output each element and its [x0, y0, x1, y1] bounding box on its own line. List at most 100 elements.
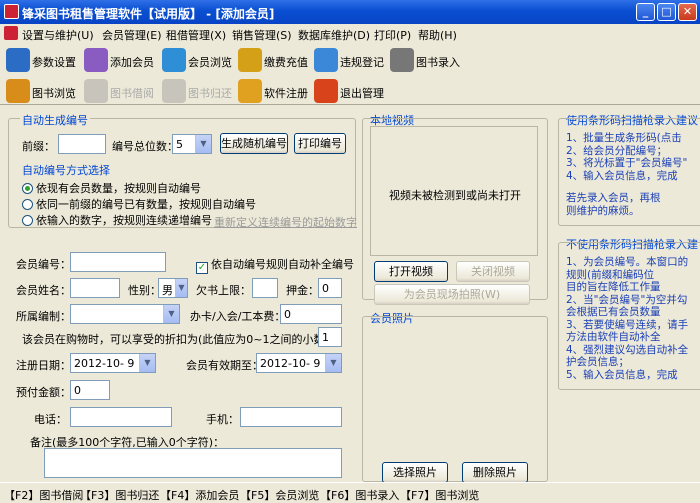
menu-members[interactable]: 会员管理(E): [102, 27, 162, 43]
video-preview: 视频未被检测到或尚未打开: [370, 126, 538, 256]
name-input[interactable]: [70, 278, 120, 298]
borrow-icon: [84, 79, 108, 103]
tip-line: 4、强烈建议勾选自动补全: [566, 343, 689, 356]
fee-input[interactable]: 0: [280, 304, 342, 324]
digits-label: 编号总位数：: [112, 140, 178, 153]
book-icon: [390, 48, 414, 72]
gender-select[interactable]: 男 ▼: [158, 278, 188, 298]
exit-icon: [314, 79, 338, 103]
status-f6: 【F6】图书录入: [320, 489, 400, 502]
menu-rental[interactable]: 租借管理(X): [166, 27, 226, 43]
chevron-down-icon[interactable]: ▼: [163, 305, 179, 323]
tip-line: 会根据已有会员数量: [566, 306, 661, 318]
radio-label: 依输入的数字，按规则连续递增编号: [36, 214, 212, 227]
toolbar-recharge-button[interactable]: 缴费充值: [238, 47, 310, 73]
title-bar: 锋采图书租售管理软件【试用版】 - [添加会员] _ □ ✕: [0, 0, 700, 24]
name-label: 会员姓名：: [16, 284, 71, 297]
menu-help[interactable]: 帮助(H): [418, 27, 457, 43]
auto-code-title: 自动生成编号: [20, 112, 90, 128]
phone-label: 电话：: [34, 413, 67, 426]
maximize-icon[interactable]: □: [657, 3, 676, 21]
tip-line: 目的旨在降低工作量: [566, 281, 661, 293]
menu-print[interactable]: 打印(P): [374, 27, 411, 43]
reg-date-label: 注册日期：: [16, 359, 71, 372]
redefine-start-link[interactable]: 重新定义连续编号的起始数字: [214, 214, 357, 230]
video-message: 视频未被检测到或尚未打开: [389, 189, 521, 202]
expire-date-picker[interactable]: 2012-10- 9 ▼: [256, 353, 342, 373]
add-user-icon: [84, 48, 108, 72]
toolbar-book-entry-button[interactable]: 图书录入: [390, 47, 462, 73]
toolbar-label: 退出管理: [340, 87, 384, 100]
toolbar-label: 软件注册: [264, 87, 308, 100]
expire-date-value: 2012-10- 9: [260, 357, 321, 370]
tip-line: 3、若要使编号连续，请手: [566, 318, 689, 331]
mobile-input[interactable]: [240, 407, 342, 427]
deposit-input[interactable]: 0: [318, 278, 342, 298]
toolbar-borrow-button[interactable]: 图书借阅: [84, 78, 156, 104]
toolbar-label: 图书归还: [188, 87, 232, 100]
chevron-down-icon[interactable]: ▼: [325, 354, 341, 372]
auto-fill-checkbox[interactable]: ✓ 依自动编号规则自动补全编号: [196, 256, 354, 274]
chevron-down-icon[interactable]: ▼: [139, 354, 155, 372]
return-icon: [162, 79, 186, 103]
barcode-tips-text: 1、批量生成条形码(点击 2、给会员分配编号； 3、将光标置于"会员编号" 4、…: [566, 132, 687, 217]
member-no-input[interactable]: [70, 252, 166, 272]
toolbar-settings-button[interactable]: 参数设置: [6, 47, 78, 73]
menu-database[interactable]: 数据库维护(D): [298, 27, 370, 43]
toolbar-register-button[interactable]: 软件注册: [238, 78, 310, 104]
notes-textarea[interactable]: [44, 448, 342, 478]
toolbar-browse-books-button[interactable]: 图书浏览: [6, 78, 78, 104]
expire-label: 会员有效期至：: [186, 359, 263, 372]
status-bar: 【F2】图书借阅 【F3】图书归还 【F4】添加会员 【F5】会员浏览 【F6】…: [0, 482, 700, 502]
toolbar-return-button[interactable]: 图书归还: [162, 78, 234, 104]
method-option-2[interactable]: 依同一前缀的编号已有数量，按规则自动编号: [22, 196, 256, 212]
radio-label: 依现有会员数量，按规则自动编号: [36, 182, 201, 195]
prefix-input[interactable]: [58, 134, 106, 154]
tip-line: 5、输入会员信息，完成: [566, 368, 678, 381]
unit-select[interactable]: ▼: [70, 304, 180, 324]
chevron-down-icon[interactable]: ▼: [175, 279, 187, 297]
manual-tips-text: 1、为会员编号。本窗口的 规则(前缀和编码位 目的旨在降低工作量 2、当"会员编…: [566, 256, 688, 381]
delete-photo-button[interactable]: 删除照片: [462, 462, 528, 483]
limit-input[interactable]: [252, 278, 278, 298]
discount-input[interactable]: 1: [318, 327, 342, 347]
select-photo-button[interactable]: 选择照片: [382, 462, 448, 483]
phone-input[interactable]: [70, 407, 172, 427]
toolbar-label: 图书录入: [416, 56, 460, 69]
toolbar-label: 违规登记: [340, 56, 384, 69]
radio-off-icon: [22, 215, 33, 226]
prepaid-input[interactable]: 0: [70, 380, 110, 400]
generate-code-button[interactable]: 生成随机编号: [220, 133, 288, 154]
toolbar-add-member-button[interactable]: 添加会员: [84, 47, 156, 73]
settings-icon: [6, 48, 30, 72]
method-option-1[interactable]: 依现有会员数量，按规则自动编号: [22, 180, 201, 196]
reg-date-value: 2012-10- 9: [74, 357, 135, 370]
tip-line: 若先录入会员，再根: [566, 192, 661, 204]
limit-label: 欠书上限：: [196, 284, 251, 297]
close-icon[interactable]: ✕: [678, 3, 697, 21]
chevron-down-icon[interactable]: ▼: [195, 135, 211, 153]
check-icon: ✓: [196, 262, 208, 274]
tip-line: 护会员信息；: [566, 356, 629, 368]
method-option-3[interactable]: 依输入的数字，按规则连续递增编号: [22, 212, 212, 228]
discount-label: 该会员在购物时，可以享受的折扣为(此值应为0~1之间的小数)：: [22, 333, 340, 346]
menu-sales[interactable]: 销售管理(S): [232, 27, 292, 43]
toolbar-exit-button[interactable]: 退出管理: [314, 78, 386, 104]
open-video-button[interactable]: 打开视频: [374, 261, 448, 282]
menu-settings[interactable]: 设置与维护(U): [22, 27, 94, 43]
capture-photo-button[interactable]: 为会员现场拍照(W): [374, 284, 530, 305]
print-code-button[interactable]: 打印编号: [294, 133, 346, 154]
close-video-button[interactable]: 关闭视频: [456, 261, 530, 282]
gender-value: 男: [162, 284, 173, 297]
search-book-icon: [6, 79, 30, 103]
status-f4: 【F4】添加会员: [160, 489, 240, 502]
reg-date-picker[interactable]: 2012-10- 9 ▼: [70, 353, 156, 373]
toolbar-browse-members-button[interactable]: 会员浏览: [162, 47, 234, 73]
menu-bar: 设置与维护(U) 会员管理(E) 租借管理(X) 销售管理(S) 数据库维护(D…: [0, 24, 700, 43]
app-icon: [4, 4, 19, 19]
digits-select[interactable]: 5 ▼: [172, 134, 212, 154]
minimize-icon[interactable]: _: [636, 3, 655, 21]
toolbar: 参数设置 添加会员 会员浏览 缴费充值 违规登记 图书录入 图书浏览 图书借阅 …: [0, 43, 700, 105]
toolbar-violation-button[interactable]: 违规登记: [314, 47, 386, 73]
toolbar-label: 图书借阅: [110, 87, 154, 100]
